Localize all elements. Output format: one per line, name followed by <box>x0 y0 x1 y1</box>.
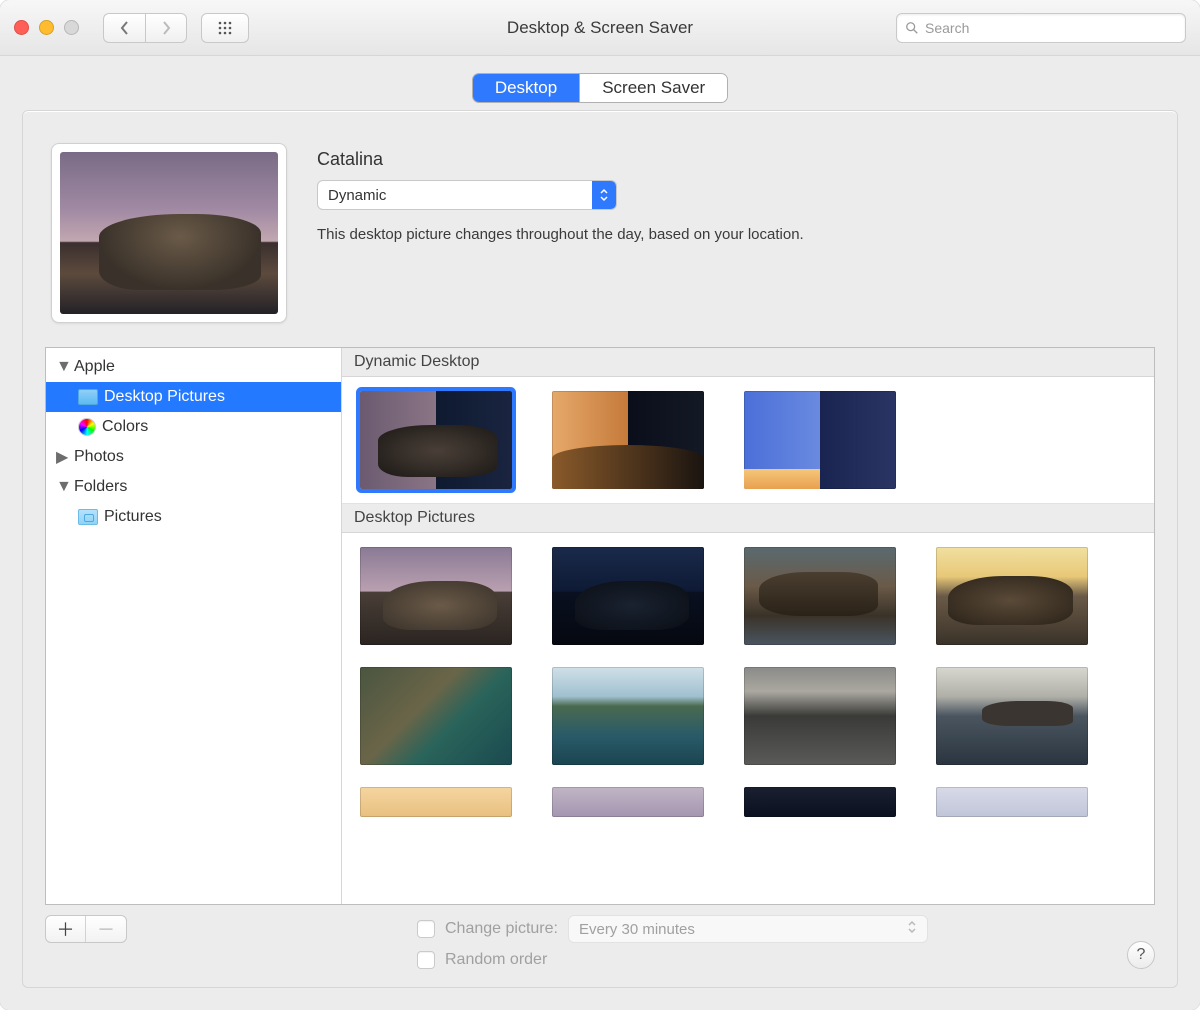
color-wheel-icon <box>78 418 96 436</box>
current-preview-frame <box>51 143 287 323</box>
updown-icon <box>592 181 616 209</box>
help-icon: ? <box>1137 946 1146 964</box>
forward-button[interactable] <box>145 13 187 43</box>
pictures-grid <box>342 533 1154 831</box>
disclosure-triangle-icon: ▼ <box>56 478 68 496</box>
minimize-button[interactable] <box>39 20 54 35</box>
disclosure-triangle-icon: ▼ <box>56 358 68 376</box>
random-order-checkbox <box>417 951 435 969</box>
current-info: Catalina Dynamic This desktop picture ch… <box>317 143 1149 243</box>
thumb-catalina-dynamic[interactable] <box>360 391 512 489</box>
remove-source-button: － <box>86 916 126 942</box>
thumb-catalina-night[interactable] <box>552 547 704 645</box>
thumb-solar-gradient[interactable] <box>744 391 896 489</box>
back-button[interactable] <box>103 13 145 43</box>
thumb-partial-2[interactable] <box>552 787 704 817</box>
search-input[interactable] <box>925 20 1177 36</box>
change-picture-label: Change picture: <box>445 920 558 938</box>
sidebar-item-photos[interactable]: ▶ Photos <box>46 442 341 472</box>
mode-select[interactable]: Dynamic <box>317 180 617 210</box>
tab-bar: Desktop Screen Saver <box>473 74 727 102</box>
disclosure-triangle-icon: ▶ <box>56 447 68 467</box>
footer-row: ＋ － Change picture: Every 30 minutes <box>45 905 1155 969</box>
wallpaper-name: Catalina <box>317 149 1149 170</box>
pictures-folder-icon <box>78 509 98 525</box>
interval-select: Every 30 minutes <box>568 915 928 943</box>
sidebar-item-label: Photos <box>74 448 124 466</box>
sidebar-item-pictures[interactable]: Pictures <box>46 502 341 532</box>
change-picture-checkbox[interactable] <box>417 920 435 938</box>
updown-icon <box>907 920 917 938</box>
add-remove-source: ＋ － <box>45 915 127 943</box>
thumb-catalina-fog[interactable] <box>744 667 896 765</box>
source-sidebar: ▼ Apple Desktop Pictures Colors ▶ Photos <box>46 348 342 904</box>
thumb-mojave-dynamic[interactable] <box>552 391 704 489</box>
current-preview-image <box>60 152 278 314</box>
current-wallpaper-row: Catalina Dynamic This desktop picture ch… <box>45 133 1155 347</box>
sidebar-item-label: Colors <box>102 418 148 436</box>
titlebar: Desktop & Screen Saver <box>0 0 1200 56</box>
add-source-button[interactable]: ＋ <box>46 916 86 942</box>
mode-select-value: Dynamic <box>318 181 592 209</box>
zoom-button <box>64 20 79 35</box>
sidebar-item-folders[interactable]: ▼ Folders <box>46 472 341 502</box>
sidebar-item-label: Pictures <box>104 508 162 526</box>
content-area: Desktop Screen Saver Catalina Dynamic Th… <box>0 56 1200 1010</box>
section-header-dynamic: Dynamic Desktop <box>342 348 1154 377</box>
sidebar-item-label: Desktop Pictures <box>104 388 225 406</box>
chevron-left-icon <box>118 21 132 35</box>
thumbnail-gallery[interactable]: Dynamic Desktop Desktop Pictures <box>342 348 1154 904</box>
thumb-catalina-silhouette[interactable] <box>936 667 1088 765</box>
thumb-partial-3[interactable] <box>744 787 896 817</box>
sidebar-item-apple[interactable]: ▼ Apple <box>46 352 341 382</box>
nav-buttons <box>103 13 249 43</box>
help-button[interactable]: ? <box>1127 941 1155 969</box>
thumb-partial-4[interactable] <box>936 787 1088 817</box>
thumb-catalina-cliff[interactable] <box>360 667 512 765</box>
source-browser: ▼ Apple Desktop Pictures Colors ▶ Photos <box>45 347 1155 905</box>
sidebar-item-label: Folders <box>74 478 127 496</box>
thumb-partial-1[interactable] <box>360 787 512 817</box>
preferences-window: Desktop & Screen Saver Desktop Screen Sa… <box>0 0 1200 1010</box>
search-field[interactable] <box>896 13 1186 43</box>
thumb-catalina-sunset[interactable] <box>936 547 1088 645</box>
sidebar-item-desktop-pictures[interactable]: Desktop Pictures <box>46 382 341 412</box>
close-button[interactable] <box>14 20 29 35</box>
thumb-catalina-day[interactable] <box>360 547 512 645</box>
show-all-button[interactable] <box>201 13 249 43</box>
tab-desktop[interactable]: Desktop <box>473 74 580 102</box>
dynamic-grid <box>342 377 1154 503</box>
section-header-pictures: Desktop Pictures <box>342 503 1154 533</box>
thumb-catalina-rock[interactable] <box>744 547 896 645</box>
change-options: Change picture: Every 30 minutes Random … <box>417 915 928 969</box>
sidebar-item-label: Apple <box>74 358 115 376</box>
grid-icon <box>218 21 232 35</box>
desktop-panel: Catalina Dynamic This desktop picture ch… <box>22 110 1178 988</box>
wallpaper-description: This desktop picture changes throughout … <box>317 226 1149 243</box>
thumb-catalina-coast[interactable] <box>552 667 704 765</box>
search-icon <box>905 21 919 35</box>
folder-icon <box>78 389 98 405</box>
tab-screensaver[interactable]: Screen Saver <box>580 74 727 102</box>
sidebar-item-colors[interactable]: Colors <box>46 412 341 442</box>
chevron-right-icon <box>159 21 173 35</box>
traffic-lights <box>14 20 79 35</box>
interval-value: Every 30 minutes <box>579 921 695 938</box>
random-order-label: Random order <box>445 951 547 969</box>
